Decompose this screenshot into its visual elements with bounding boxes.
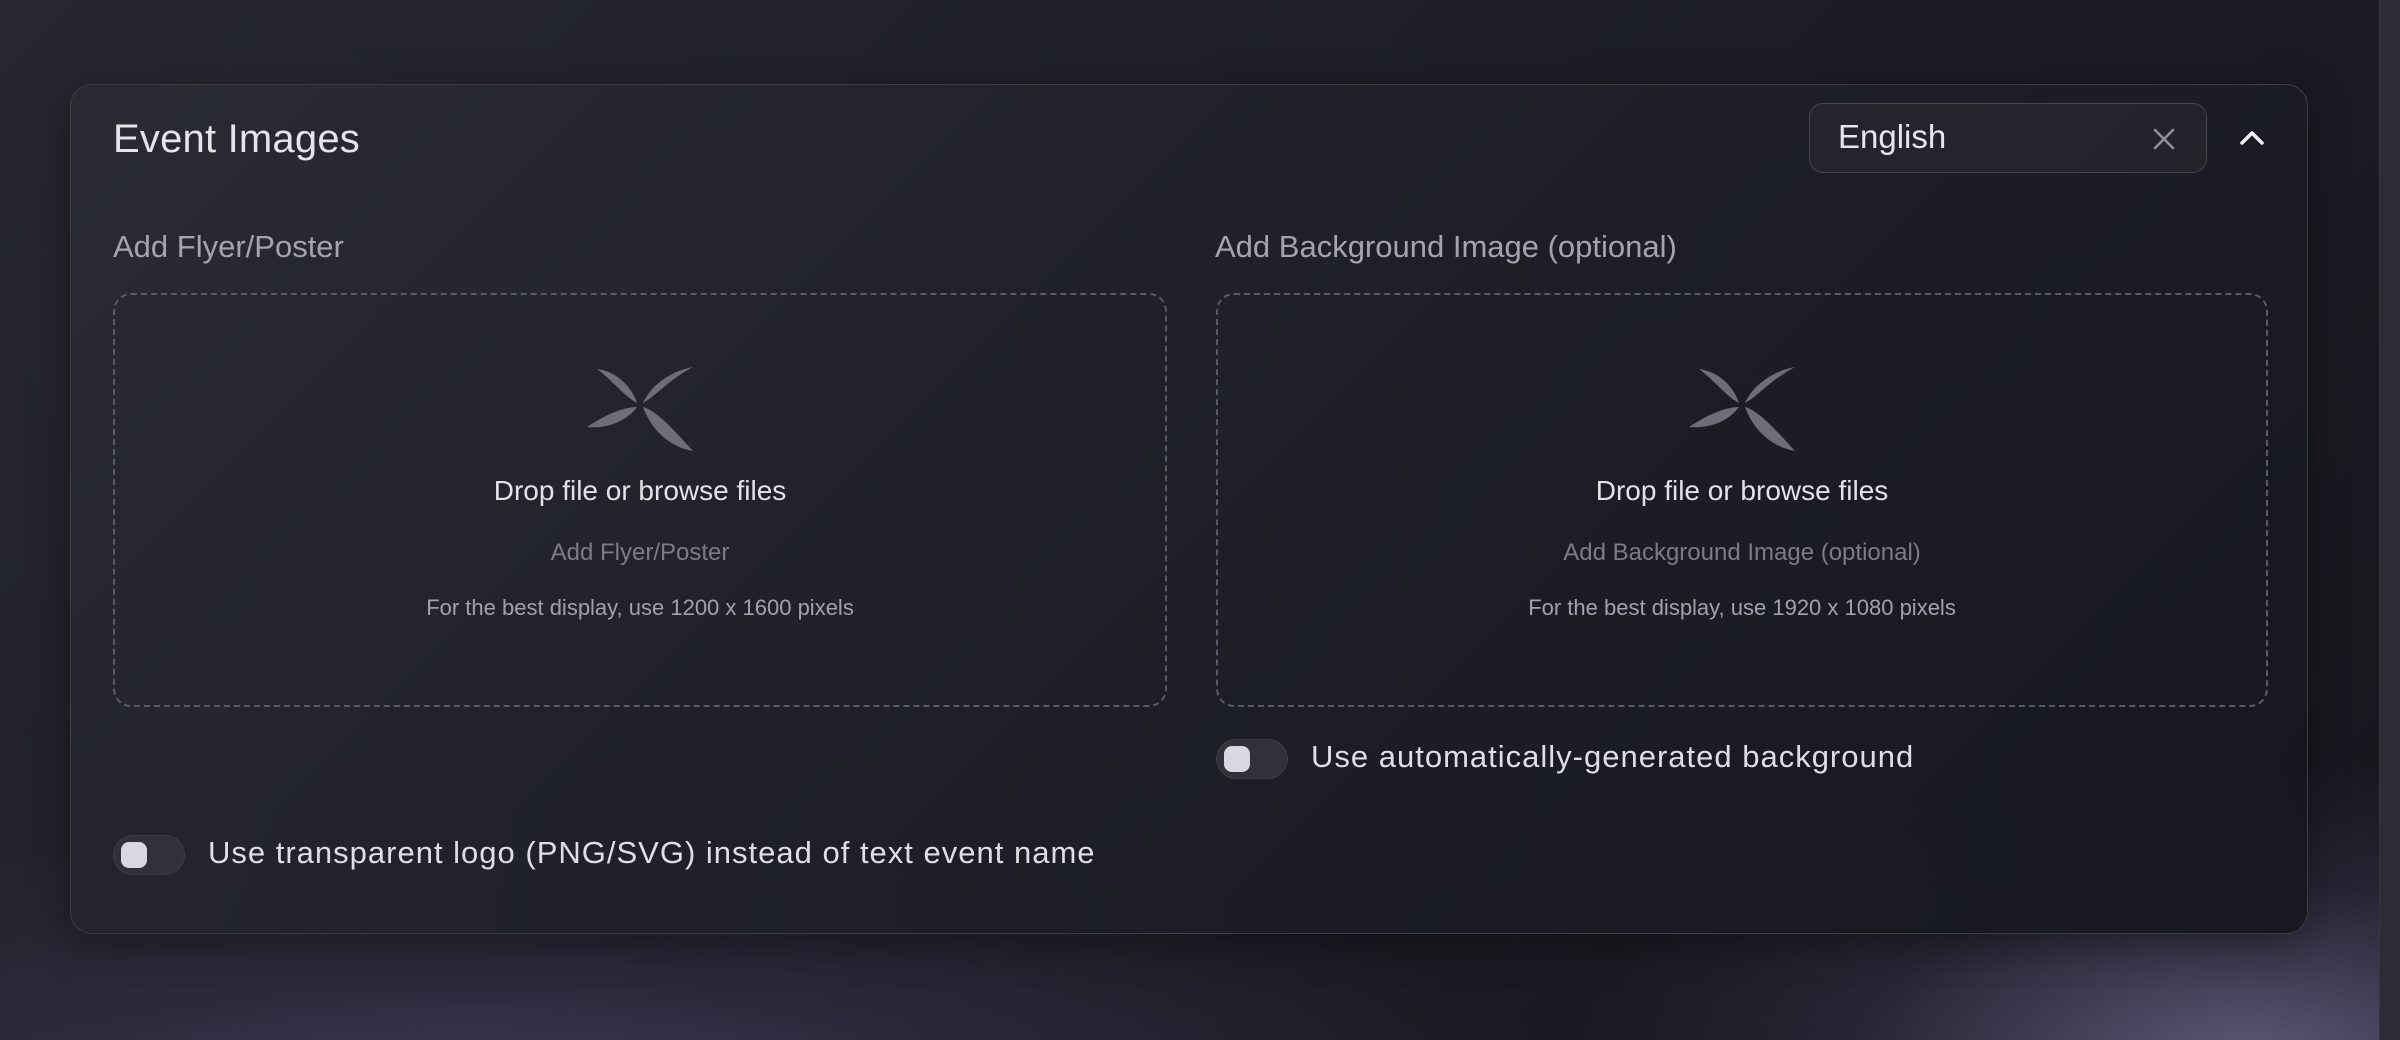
close-icon[interactable]	[2152, 127, 2176, 151]
panel-title: Event Images	[113, 117, 360, 161]
transparent-logo-toggle[interactable]	[113, 835, 185, 875]
background-dropzone[interactable]: Drop file or browse files Add Background…	[1216, 293, 2268, 707]
transparent-logo-label: Use transparent logo (PNG/SVG) instead o…	[208, 835, 1096, 870]
flyer-dropzone-title: Drop file or browse files	[493, 475, 787, 506]
page-scrollbar[interactable]	[2379, 0, 2400, 1040]
auto-background-label: Use automatically-generated background	[1311, 739, 1915, 774]
background-dropzone-subtitle: Add Background Image (optional)	[1563, 539, 1921, 566]
language-select[interactable]: English	[1809, 103, 2207, 173]
chevron-up-icon[interactable]	[2233, 119, 2271, 157]
background-section-label: Add Background Image (optional)	[1215, 229, 1677, 264]
flyer-dropzone-hint: For the best display, use 1200 x 1600 pi…	[426, 595, 854, 620]
butterfly-icon	[587, 367, 693, 451]
flyer-dropzone[interactable]: Drop file or browse files Add Flyer/Post…	[113, 293, 1167, 707]
toggle-knob	[121, 842, 147, 868]
flyer-dropzone-subtitle: Add Flyer/Poster	[550, 539, 730, 566]
butterfly-icon	[1689, 367, 1795, 451]
toggle-knob	[1224, 746, 1250, 772]
background-dropzone-hint: For the best display, use 1920 x 1080 pi…	[1528, 595, 1956, 620]
flyer-section-label: Add Flyer/Poster	[113, 229, 344, 264]
auto-background-toggle[interactable]	[1216, 739, 1288, 779]
background-dropzone-title: Drop file or browse files	[1595, 475, 1889, 506]
language-select-value: English	[1838, 118, 1947, 155]
event-images-panel: Event Images English Add Flyer/Poster Dr…	[70, 84, 2308, 934]
